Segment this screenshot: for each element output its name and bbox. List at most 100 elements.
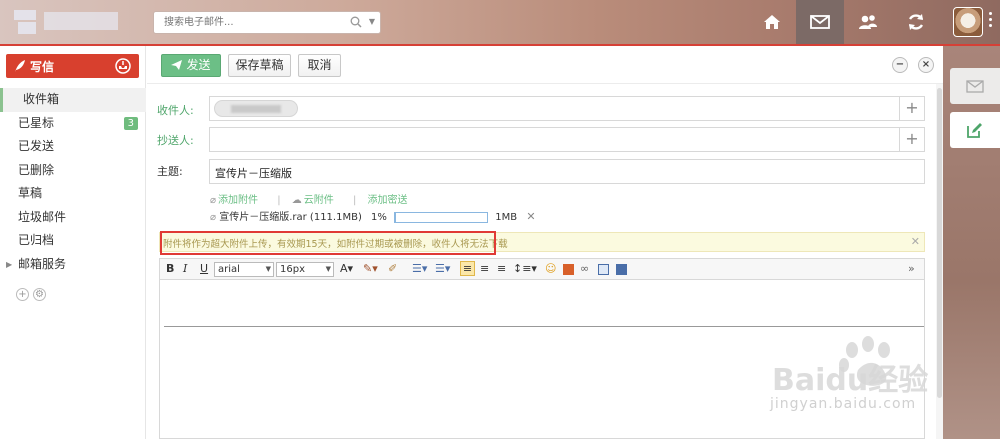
compose-button[interactable]: 写信 [6, 54, 139, 78]
align-right-icon[interactable]: ≡ [497, 262, 506, 275]
add-attachment-label: 添加附件 [218, 195, 259, 206]
compose-toolbar: 发送 保存草稿 取消 − × [147, 46, 943, 84]
sidebar: 写信 收件箱 已星标 3 已发送 已删除 草稿 垃圾邮件 已归档 ▶ 邮箱服务 + ⚙ [0, 46, 146, 439]
sidebar-item-label: 草稿 [18, 186, 43, 200]
font-color-icon[interactable]: A▾ [340, 262, 353, 275]
subject-label: 主题: [157, 165, 183, 178]
sidebar-item-label: 已删除 [18, 162, 55, 177]
highlight-color-icon[interactable]: ✎▾ [363, 262, 378, 275]
font-size-select[interactable]: 16px ▼ [276, 262, 334, 277]
uploaded-size: 1MB [495, 212, 518, 223]
to-field[interactable]: + [209, 96, 925, 121]
logo[interactable] [14, 8, 124, 38]
bulleted-list-icon[interactable]: ☰▾ [435, 262, 450, 275]
nav-mail[interactable] [796, 0, 844, 44]
line-height-icon[interactable]: ↕≡▾ [513, 262, 537, 275]
screenshot-icon[interactable] [616, 264, 627, 275]
send-label: 发送 [186, 58, 211, 72]
sidebar-item-label: 已归档 [18, 233, 55, 247]
paperclip-icon: ⌀ [210, 212, 217, 223]
add-attachment-link[interactable]: ⌀ 添加附件 [210, 195, 266, 206]
search-icon[interactable] [350, 16, 362, 28]
sidebar-item-starred[interactable]: 已星标 3 [0, 112, 146, 136]
highlight-box [160, 231, 496, 255]
image-icon[interactable] [563, 264, 574, 275]
nav-home[interactable] [748, 0, 796, 44]
divider: | [352, 195, 357, 206]
link-icon[interactable]: ∞ [580, 262, 589, 275]
cancel-button[interactable]: 取消 [298, 54, 341, 77]
count-badge: 3 [123, 116, 138, 130]
attachment-actions: ⌀ 添加附件 | ☁ 云附件 | 添加密送 [210, 191, 416, 206]
sidebar-item-label: 已发送 [18, 139, 55, 153]
sidebar-item-mail-services[interactable]: ▶ 邮箱服务 [0, 253, 146, 277]
font-family-value: arial [218, 264, 240, 275]
mail-icon [966, 80, 984, 93]
subject-value: 宣传片－压缩版 [215, 167, 292, 180]
more-options-icon[interactable] [989, 12, 993, 30]
bold-button[interactable]: B [166, 262, 174, 275]
save-draft-button[interactable]: 保存草稿 [228, 54, 291, 77]
add-bcc-link[interactable]: 添加密送 [368, 195, 408, 206]
close-icon[interactable]: × [918, 57, 934, 73]
watermark-brand: Baidu经验 [772, 363, 929, 398]
emoji-icon[interactable]: ☺ [545, 262, 556, 275]
chevron-down-icon: ▼ [325, 265, 331, 273]
scrollbar[interactable] [936, 84, 943, 439]
sidebar-item-sent[interactable]: 已发送 [0, 135, 146, 159]
search-box[interactable]: ▼ [153, 11, 381, 34]
sidebar-item-label: 已星标 [18, 115, 55, 130]
send-button[interactable]: 发送 [161, 54, 221, 77]
cc-field[interactable]: + [209, 127, 925, 152]
font-family-select[interactable]: arial ▼ [214, 262, 274, 277]
chevron-down-icon[interactable]: ▼ [369, 17, 375, 26]
search-input[interactable] [154, 12, 334, 33]
nav-sync[interactable] [892, 0, 940, 44]
avatar[interactable] [953, 7, 983, 37]
home-icon [764, 15, 780, 29]
tab-mail[interactable] [950, 68, 1000, 104]
add-recipient-icon[interactable]: + [899, 97, 924, 120]
add-cc-icon[interactable]: + [899, 128, 924, 151]
minimize-icon[interactable]: − [892, 57, 908, 73]
expand-toolbar-icon[interactable]: » [908, 262, 915, 275]
underline-button[interactable]: U [200, 262, 208, 275]
settings-icon[interactable]: ⚙ [33, 288, 46, 301]
inbox-tray-icon[interactable] [115, 58, 131, 74]
italic-button[interactable]: I [183, 262, 187, 275]
add-folder-icon[interactable]: + [16, 288, 29, 301]
nav-contacts[interactable] [844, 0, 892, 44]
cloud-attachment-link[interactable]: ☁ 云附件 [292, 195, 342, 206]
recipient-chip[interactable] [214, 100, 298, 117]
subject-field[interactable]: 宣传片－压缩版 [209, 159, 925, 184]
contacts-icon [859, 15, 877, 29]
align-center-icon[interactable]: ≡ [480, 262, 489, 275]
feather-icon [15, 60, 25, 72]
sidebar-item-label: 邮箱服务 [18, 256, 67, 271]
to-label: 收件人: [157, 104, 194, 117]
remove-attachment-icon[interactable]: ✕ [526, 210, 535, 223]
sidebar-item-deleted[interactable]: 已删除 [0, 159, 146, 183]
sidebar-item-inbox[interactable]: 收件箱 [0, 88, 146, 112]
close-notice-icon[interactable]: ✕ [911, 235, 920, 248]
upload-notice: 附件将作为超大附件上传，有效期15天，如附件过期或被删除，收件人将无法下载 ✕ [159, 231, 925, 255]
folder-list: 收件箱 已星标 3 已发送 已删除 草稿 垃圾邮件 已归档 ▶ 邮箱服务 [0, 88, 146, 276]
tab-compose[interactable] [950, 112, 1000, 148]
right-rail [943, 46, 1000, 439]
cloud-icon: ☁ [291, 195, 302, 206]
signature-divider [164, 326, 924, 327]
sidebar-item-label: 垃圾邮件 [18, 209, 67, 224]
top-bar: ▼ [0, 0, 1000, 46]
format-painter-icon[interactable]: ✐ [388, 262, 397, 275]
attachment-name: 宣传片－压缩版.rar (111.1MB) [219, 212, 362, 223]
sidebar-item-spam[interactable]: 垃圾邮件 [0, 206, 146, 230]
cloud-attachment-label: 云附件 [303, 195, 334, 206]
align-left-icon[interactable]: ≡ [460, 261, 475, 276]
numbered-list-icon[interactable]: ☰▾ [412, 262, 427, 275]
sidebar-item-drafts[interactable]: 草稿 [0, 182, 146, 206]
table-icon[interactable] [598, 264, 609, 275]
paper-plane-icon [171, 60, 183, 70]
mail-icon [810, 15, 830, 29]
upload-progress-bar [394, 211, 489, 223]
sidebar-item-archived[interactable]: 已归档 [0, 229, 146, 253]
